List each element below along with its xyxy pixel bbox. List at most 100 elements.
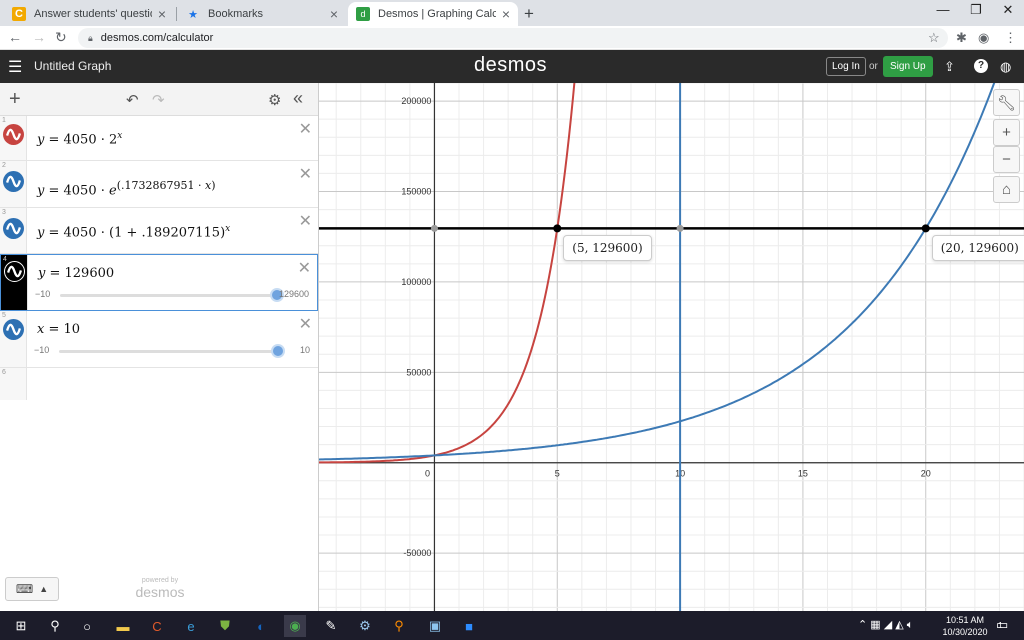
close-icon[interactable]: × — [330, 6, 338, 22]
point-label[interactable]: (20, 129600) — [931, 235, 1024, 262]
expression-toolbar: + ↶ ↷ ⚙ « — [0, 83, 318, 116]
expression-math[interactable]: y = 129600 — [38, 266, 114, 281]
expression-math[interactable]: x = 10 — [37, 322, 80, 337]
forward-arrow-icon[interactable]: → — [32, 29, 46, 45]
wrench-icon[interactable]: 🔧︎ — [993, 89, 1020, 116]
expression-gutter: 5 — [0, 311, 27, 367]
redo-icon[interactable]: ↷ — [152, 91, 165, 109]
profile-icon[interactable]: ◉ — [978, 30, 989, 46]
desmos-header: ☰ Untitled Graph desmos Log In or Sign U… — [0, 50, 1024, 83]
slider-max[interactable]: 129600 — [279, 289, 309, 299]
graph-title[interactable]: Untitled Graph — [34, 59, 111, 73]
expression-item-selected[interactable]: 4 y = 129600 ✕ −10 129600 — [0, 254, 318, 311]
minimize-button[interactable]: — — [928, 2, 958, 17]
menu-kebab-icon[interactable]: ⋮ — [1004, 30, 1017, 46]
expression-item[interactable]: 3 y = 4050 · (1 + .189207115)x ✕ — [0, 208, 318, 254]
point-label[interactable]: (5, 129600) — [563, 235, 652, 262]
expression-math[interactable]: y = 4050 · e(.1732867951 · x) — [37, 179, 215, 198]
graph-color-icon[interactable] — [3, 124, 24, 145]
close-icon[interactable]: × — [502, 6, 510, 22]
slider-track[interactable] — [59, 344, 285, 358]
signup-button[interactable]: Sign Up — [883, 56, 933, 77]
vpn-icon[interactable]: ◐ — [250, 615, 272, 637]
photos-icon[interactable]: ▣ — [424, 615, 446, 637]
graph-color-icon[interactable] — [3, 171, 24, 192]
hamburger-menu-icon[interactable]: ☰ — [8, 57, 22, 77]
extensions-icon[interactable]: ✱ — [956, 30, 967, 46]
file-explorer-icon[interactable]: ▬ — [112, 615, 134, 637]
tab-chegg[interactable]: C Answer students' questions and e × — [4, 2, 174, 26]
x-tick-label: 15 — [798, 469, 808, 479]
undo-icon[interactable]: ↶ — [126, 91, 139, 109]
settings-app-icon[interactable]: ⚙ — [354, 615, 376, 637]
search-icon[interactable]: ⚲ — [44, 615, 66, 637]
slider-thumb[interactable] — [271, 344, 285, 358]
close-icon[interactable]: × — [158, 6, 166, 22]
slider-min[interactable]: −10 — [35, 289, 50, 299]
exponential-curve — [319, 83, 576, 464]
window-close-button[interactable]: ✕ — [993, 2, 1023, 18]
slider-max[interactable]: 10 — [300, 345, 310, 355]
expression-number: 6 — [2, 369, 6, 376]
bookmark-star-icon[interactable]: ☆ — [928, 30, 940, 46]
globe-icon[interactable]: ◍ — [1000, 59, 1011, 75]
tab-desmos[interactable]: d Desmos | Graphing Calculator × — [348, 2, 518, 26]
graph-color-icon[interactable] — [3, 218, 24, 239]
chrome-icon[interactable]: ◉ — [284, 615, 306, 637]
keyboard-toggle-button[interactable]: ⌨ ▲ — [5, 577, 59, 601]
new-tab-button[interactable]: + — [524, 4, 534, 24]
new-expression-row[interactable]: 6 — [0, 368, 318, 400]
home-icon[interactable]: ⌂ — [993, 176, 1020, 203]
graph-color-icon[interactable] — [3, 319, 24, 340]
zoom-app-icon[interactable]: ■ — [458, 615, 480, 637]
help-icon[interactable]: ? — [974, 59, 988, 73]
zoom-out-button[interactable]: − — [993, 146, 1020, 173]
chegg-icon: C — [12, 7, 26, 21]
restore-button[interactable]: ❐ — [961, 2, 991, 18]
delete-expression-icon[interactable]: ✕ — [299, 314, 312, 334]
delete-expression-icon[interactable]: ✕ — [299, 164, 312, 184]
reload-icon[interactable]: ↻ — [55, 29, 67, 46]
graph-color-icon[interactable] — [4, 261, 25, 282]
windows-start-icon[interactable]: ⊞ — [10, 615, 32, 637]
graph-svg[interactable]: 0510152020000015000010000050000-50000 — [319, 83, 1024, 611]
task-view-icon[interactable]: ○ — [76, 615, 98, 637]
expression-item[interactable]: 1 y = 4050 · 2x ✕ — [0, 116, 318, 161]
magnifier-app-icon[interactable]: ⚲ — [388, 615, 410, 637]
desmos-logo: desmos — [474, 54, 548, 76]
share-icon[interactable]: ⇪ — [944, 59, 955, 75]
caret-up-icon: ▲ — [39, 584, 49, 594]
back-arrow-icon[interactable]: ← — [8, 29, 22, 45]
edge-icon[interactable]: e — [180, 615, 202, 637]
expression-math[interactable]: y = 4050 · 2x — [37, 131, 122, 147]
value-slider[interactable]: −10 129600 — [35, 288, 309, 302]
login-button[interactable]: Log In — [826, 57, 866, 76]
expression-gutter: 3 — [0, 208, 27, 253]
desmos-icon: d — [356, 7, 370, 21]
ccleaner-icon[interactable]: C — [146, 615, 168, 637]
slider-track[interactable] — [60, 288, 284, 302]
notification-icon[interactable]: ▭1 — [996, 617, 1013, 633]
system-tray-icons[interactable]: ⌃ ▦ ◢ ◭ 🔈︎ — [858, 618, 913, 632]
slider-min[interactable]: −10 — [34, 345, 49, 355]
app-icon[interactable]: ✎ — [320, 615, 342, 637]
expression-number: 5 — [2, 312, 6, 319]
delete-expression-icon[interactable]: ✕ — [299, 211, 312, 231]
expression-item[interactable]: 2 y = 4050 · e(.1732867951 · x) ✕ — [0, 161, 318, 208]
tab-bookmarks[interactable]: ★ Bookmarks × — [178, 2, 346, 26]
expression-math[interactable]: y = 4050 · (1 + .189207115)x — [37, 224, 230, 240]
expression-item[interactable]: 5 x = 10 ✕ −10 10 — [0, 311, 318, 368]
collapse-list-icon[interactable]: « — [293, 88, 303, 109]
delete-expression-icon[interactable]: ✕ — [298, 258, 311, 278]
add-item-button[interactable]: + — [9, 88, 21, 111]
clock[interactable]: 10:51 AM 10/30/2020 — [940, 614, 990, 638]
value-slider[interactable]: −10 10 — [34, 344, 310, 358]
url-text: desmos.com/calculator — [100, 32, 214, 44]
url-field[interactable]: 🔒︎ desmos.com/calculator — [78, 28, 948, 48]
zoom-in-button[interactable]: + — [993, 119, 1020, 146]
delete-expression-icon[interactable]: ✕ — [299, 119, 312, 139]
graph-paper[interactable]: 0510152020000015000010000050000-50000 (5… — [319, 83, 1024, 611]
x-tick-label: 5 — [555, 469, 560, 479]
gear-icon[interactable]: ⚙ — [268, 91, 281, 109]
shield-app-icon[interactable]: ⛊ — [214, 615, 236, 637]
